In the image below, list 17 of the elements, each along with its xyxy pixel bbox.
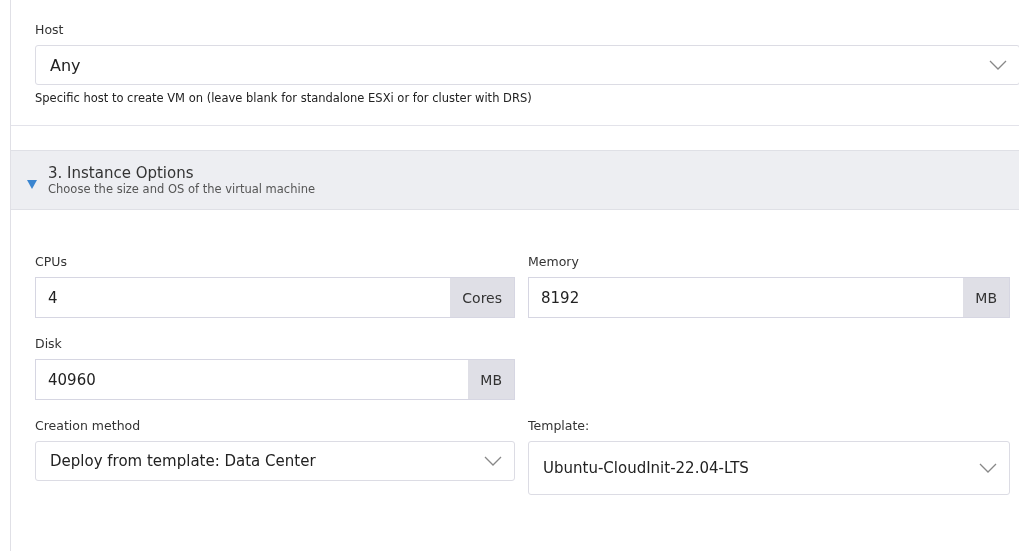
chevron-down-icon	[484, 456, 502, 466]
section-header[interactable]: 3. Instance Options Choose the size and OS of the virtual machine	[11, 150, 1019, 210]
dropdown-select[interactable]: Ubuntu-CloudInit-22.04-LTS	[528, 441, 1010, 495]
field-label: CPUs	[35, 254, 68, 269]
dropdown-select[interactable]: Deploy from template: Data Center	[35, 441, 515, 481]
field-label: Disk	[35, 336, 63, 351]
host-select[interactable]: Any	[35, 45, 1019, 85]
field-label: Creation method	[35, 418, 142, 433]
section-title: 3. Instance Options	[48, 164, 195, 182]
help-text: Specific host to create VM on (leave blank for standalone ESXi or for cluster with DRS)	[35, 91, 533, 105]
section-subtitle: Choose the size and OS of the virtual machine	[48, 182, 315, 196]
field-label: Template:	[528, 418, 591, 433]
triangle-icon	[27, 179, 37, 189]
field-label: Memory	[528, 254, 580, 269]
chevron-down-icon	[979, 463, 997, 473]
chevron-down-icon	[989, 60, 1007, 70]
field-label: Host	[35, 22, 65, 37]
